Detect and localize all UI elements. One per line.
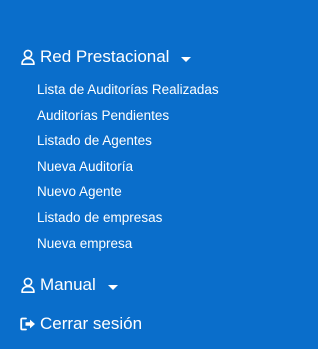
menu-red-prestacional-label: Red Prestacional [40, 47, 170, 66]
submenu-item-nueva-empresa[interactable]: Nueva empresa [37, 234, 219, 260]
caret-down-icon [107, 284, 118, 290]
menu-manual[interactable]: Manual [20, 275, 118, 295]
red-prestacional-submenu: Lista de Auditorías Realizadas Auditoría… [37, 80, 219, 259]
submenu-item-listado-empresas[interactable]: Listado de empresas [37, 208, 219, 234]
sign-out-icon [20, 315, 36, 333]
menu-red-prestacional[interactable]: Red Prestacional [20, 47, 192, 67]
submenu-item-nuevo-agente[interactable]: Nuevo Agente [37, 182, 219, 208]
sidebar: Red Prestacional Lista de Auditorías Rea… [0, 0, 318, 349]
logout-label: Cerrar sesión [40, 314, 143, 333]
logout-link[interactable]: Cerrar sesión [20, 314, 142, 334]
submenu-item-lista-auditorias-realizadas[interactable]: Lista de Auditorías Realizadas [37, 80, 219, 106]
caret-down-icon [181, 56, 192, 62]
menu-manual-label: Manual [40, 275, 96, 294]
submenu-item-nueva-auditoria[interactable]: Nueva Auditoría [37, 157, 219, 183]
user-icon [20, 276, 36, 294]
submenu-item-auditorias-pendientes[interactable]: Auditorías Pendientes [37, 106, 219, 132]
user-icon [20, 48, 36, 66]
submenu-item-listado-agentes[interactable]: Listado de Agentes [37, 131, 219, 157]
